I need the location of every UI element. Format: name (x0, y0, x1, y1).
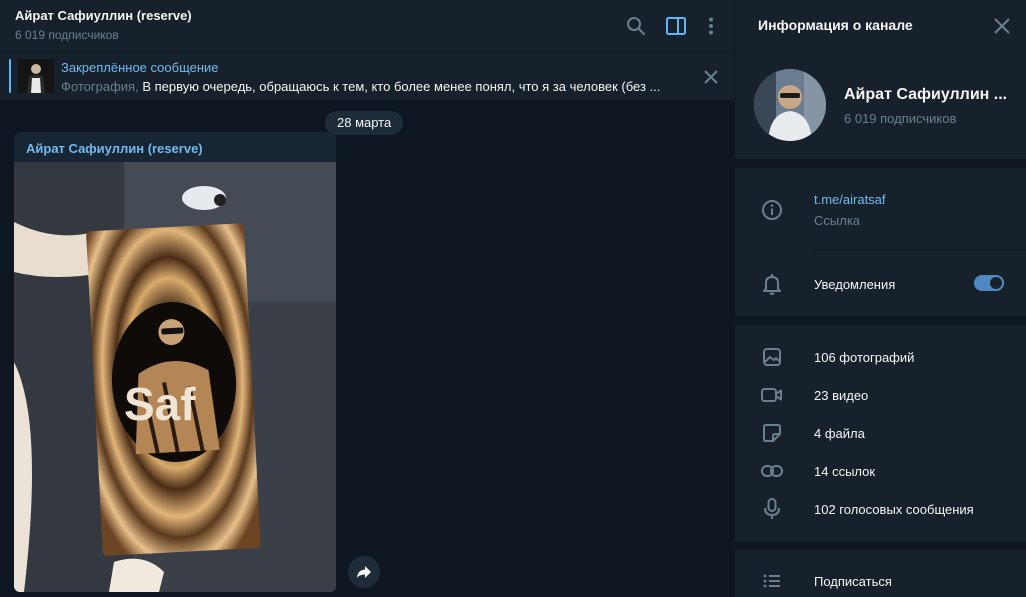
media-links-row[interactable]: 14 ссылок (735, 457, 1026, 485)
close-pinned-icon[interactable] (700, 66, 722, 88)
panel-title: Информация о канале (758, 17, 913, 33)
media-photos-label: 106 фотографий (814, 350, 915, 365)
media-voice-label: 102 голосовых сообщения (814, 502, 974, 517)
pinned-message[interactable]: Закреплённое сообщение Фотография, В пер… (0, 53, 734, 100)
channel-name: Айрат Сафиуллин ... (844, 86, 1008, 103)
video-icon (760, 383, 784, 407)
notifications-label: Уведомления (814, 277, 896, 292)
sidebar-toggle-icon[interactable] (663, 13, 689, 39)
media-voice-row[interactable]: 102 голосовых сообщения (735, 495, 1026, 523)
toggle-knob (988, 275, 1004, 291)
pinned-title: Закреплённое сообщение (61, 60, 219, 75)
media-photos-row[interactable]: 106 фотографий (735, 343, 1026, 371)
subscribe-row[interactable]: Подписаться (735, 567, 1026, 595)
close-panel-icon[interactable] (989, 13, 1015, 39)
message-author[interactable]: Айрат Сафиуллин (reserve) (26, 141, 203, 156)
row-divider (814, 249, 1026, 250)
link-caption: Ссылка (814, 213, 861, 228)
pinned-accent-bar (9, 59, 11, 93)
forward-icon (357, 566, 371, 578)
channel-avatar[interactable] (754, 69, 826, 141)
date-separator: 28 марта (325, 111, 404, 135)
media-links-label: 14 ссылок (814, 464, 876, 479)
file-icon (760, 421, 784, 445)
link-icon (760, 459, 784, 483)
pinned-text: Фотография, В первую очередь, обращаюсь … (61, 79, 660, 94)
chat-title[interactable]: Айрат Сафиуллин (reserve) (15, 8, 192, 23)
info-icon (760, 198, 784, 222)
microphone-icon (760, 497, 784, 521)
pinned-preview: В первую очередь, обращаюсь к тем, кто б… (142, 79, 661, 94)
subscriber-count: 6 019 подписчиков (15, 28, 119, 42)
pinned-kind: Фотография, (61, 79, 139, 94)
bell-icon (760, 272, 784, 296)
media-files-row[interactable]: 4 файла (735, 419, 1026, 447)
media-videos-row[interactable]: 23 видео (735, 381, 1026, 409)
more-options-icon[interactable] (698, 13, 724, 39)
section-divider (735, 159, 1026, 168)
photo-logo-text: Saf (124, 378, 196, 430)
chat-area: Айрат Сафиуллин (reserve) 6 019 подписчи… (0, 0, 734, 597)
message-photo[interactable]: Saf (14, 162, 336, 592)
channel-link[interactable]: t.me/airatsaf (814, 192, 886, 207)
channel-info-panel: Информация о канале Айрат Сафиуллин ... … (734, 0, 1026, 597)
subscribe-label: Подписаться (814, 574, 892, 589)
search-icon[interactable] (623, 13, 649, 39)
forward-button[interactable] (348, 556, 380, 588)
channel-subscribers: 6 019 подписчиков (844, 111, 957, 126)
photo-icon (760, 345, 784, 369)
list-icon (760, 569, 784, 593)
chat-header[interactable]: Айрат Сафиуллин (reserve) 6 019 подписчи… (0, 0, 734, 53)
pinned-thumbnail (18, 59, 54, 93)
section-divider (735, 541, 1026, 550)
message-bubble[interactable]: Айрат Сафиуллин (reserve) Saf (14, 132, 336, 592)
notifications-toggle[interactable] (974, 275, 1004, 291)
channel-link-row[interactable]: t.me/airatsaf Ссылка (735, 185, 1026, 245)
media-files-label: 4 файла (814, 426, 865, 441)
section-divider (735, 316, 1026, 325)
media-videos-label: 23 видео (814, 388, 869, 403)
